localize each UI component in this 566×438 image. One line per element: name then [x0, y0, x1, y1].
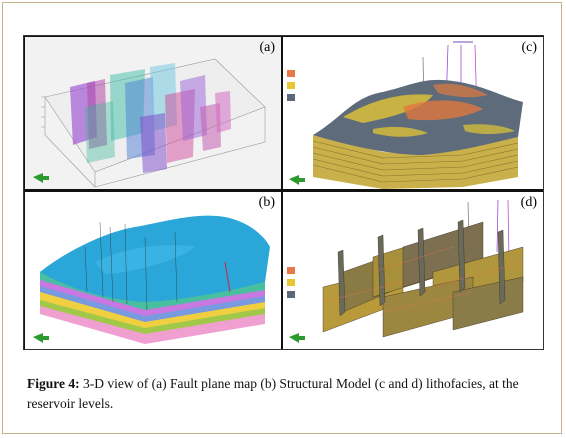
lithofacies-legend-c: [287, 65, 311, 101]
panel-lithofacies-model-d: (d): [283, 192, 543, 349]
legend-swatch-mudstone: [287, 291, 295, 298]
panel-fault-plane-map: (a): [25, 37, 281, 189]
legend-swatch-mudstone: [287, 94, 295, 101]
panel-structural-model: (b): [25, 192, 281, 349]
figure-caption-label: Figure 4:: [27, 376, 80, 391]
figure-caption-text: 3-D view of (a) Fault plane map (b) Stru…: [27, 376, 519, 411]
lithofacies-block-graphic: [289, 41, 523, 189]
figure-panels: (a) (c) (b) (d): [23, 35, 544, 350]
panel-label-a: (a): [259, 40, 275, 55]
panel-label-d: (d): [520, 195, 537, 210]
fault-plane-graphic: [33, 58, 266, 188]
panel-label-c: (c): [521, 40, 537, 55]
legend-swatch-shale: [287, 279, 295, 286]
legend-swatch-sand: [287, 70, 295, 77]
lithofacies-legend-d: [287, 262, 311, 298]
figure-caption: Figure 4: 3-D view of (a) Fault plane ma…: [27, 374, 547, 414]
structural-model-graphic: [33, 215, 270, 344]
legend-swatch-shale: [287, 82, 295, 89]
panel-lithofacies-model-c: (c): [283, 37, 543, 189]
legend-swatch-sand: [287, 267, 295, 274]
figure-frame: (a) (c) (b) (d) Figure 4: 3-D view of (a…: [2, 2, 562, 434]
panel-label-b: (b): [258, 195, 275, 210]
lithofacies-fence-graphic: [289, 199, 524, 343]
